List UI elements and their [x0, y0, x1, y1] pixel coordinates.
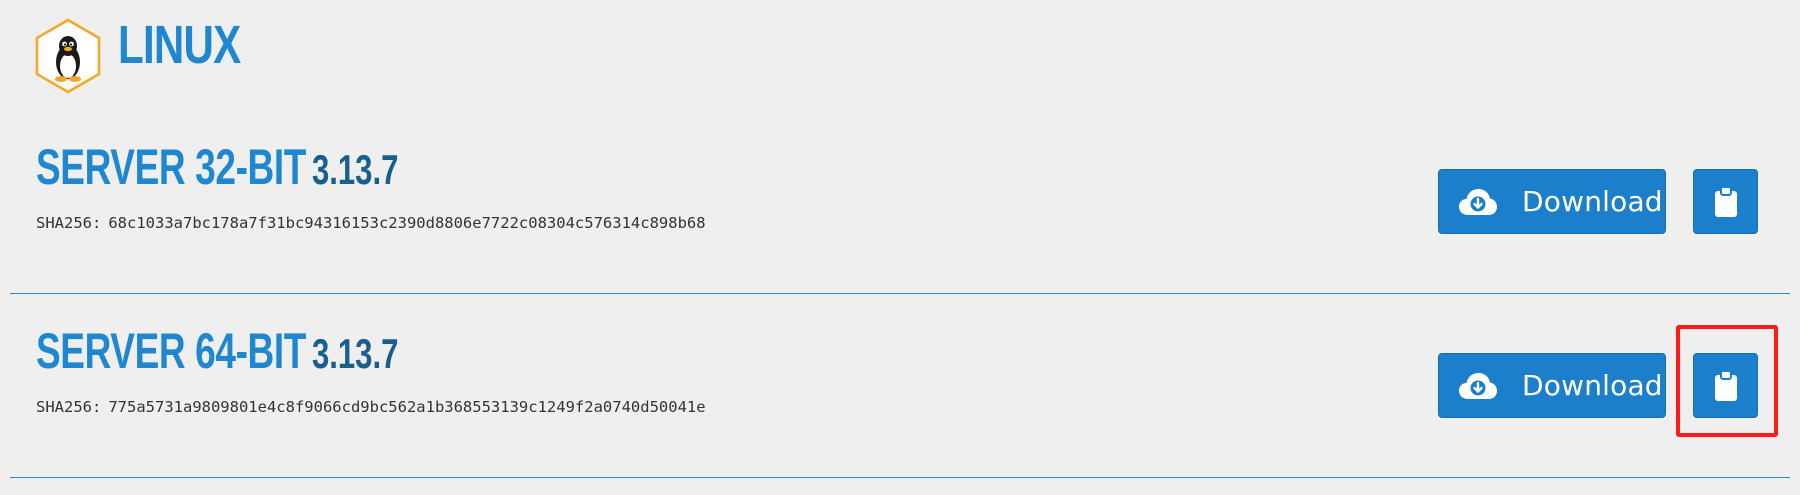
os-title: LINUX — [118, 15, 241, 75]
cloud-download-icon — [1459, 188, 1497, 215]
download-button[interactable]: Download — [1438, 169, 1666, 234]
sha-label: SHA256: — [36, 214, 102, 232]
download-button[interactable]: Download — [1438, 353, 1666, 418]
copy-checksum-button[interactable] — [1693, 169, 1758, 234]
release-row-server-64bit: SERVER 64-BIT 3.13.7 SHA256: 775a5731a9809… — [0, 294, 1800, 478]
release-heading: SERVER 32-BIT 3.13.7 — [36, 142, 398, 192]
sha-label: SHA256: — [36, 398, 102, 416]
tux-penguin-icon — [35, 18, 101, 94]
row-divider — [10, 477, 1790, 478]
release-name: SERVER 32-BIT — [36, 139, 307, 195]
copy-checksum-button[interactable] — [1693, 353, 1758, 418]
release-row-server-32bit: SERVER 32-BIT 3.13.7 SHA256: 68c1033a7bc17… — [0, 110, 1800, 294]
download-button-label: Download — [1522, 185, 1663, 218]
sha-value: 775a5731a9809801e4c8f9066cd9bc562a1b3685… — [108, 398, 706, 416]
sha-value: 68c1033a7bc178a7f31bc94316153c2390d8806e… — [108, 214, 706, 232]
os-section-header: LINUX — [34, 18, 275, 94]
cloud-download-icon — [1459, 372, 1497, 399]
download-button-label: Download — [1522, 369, 1663, 402]
sha256-checksum: SHA256: 68c1033a7bc178a7f31bc94316153c239… — [36, 214, 706, 232]
linux-downloads-page: LINUX SERVER 32-BIT 3.13.7 SHA256: 68c1033… — [0, 0, 1800, 495]
release-heading: SERVER 64-BIT 3.13.7 — [36, 326, 398, 376]
sha256-checksum: SHA256: 775a5731a9809801e4c8f9066cd9bc562… — [36, 398, 706, 416]
release-version: 3.13.7 — [311, 330, 399, 377]
release-version: 3.13.7 — [311, 146, 399, 193]
clipboard-icon — [1714, 370, 1737, 401]
release-name: SERVER 64-BIT — [36, 323, 307, 379]
clipboard-icon — [1714, 186, 1737, 217]
